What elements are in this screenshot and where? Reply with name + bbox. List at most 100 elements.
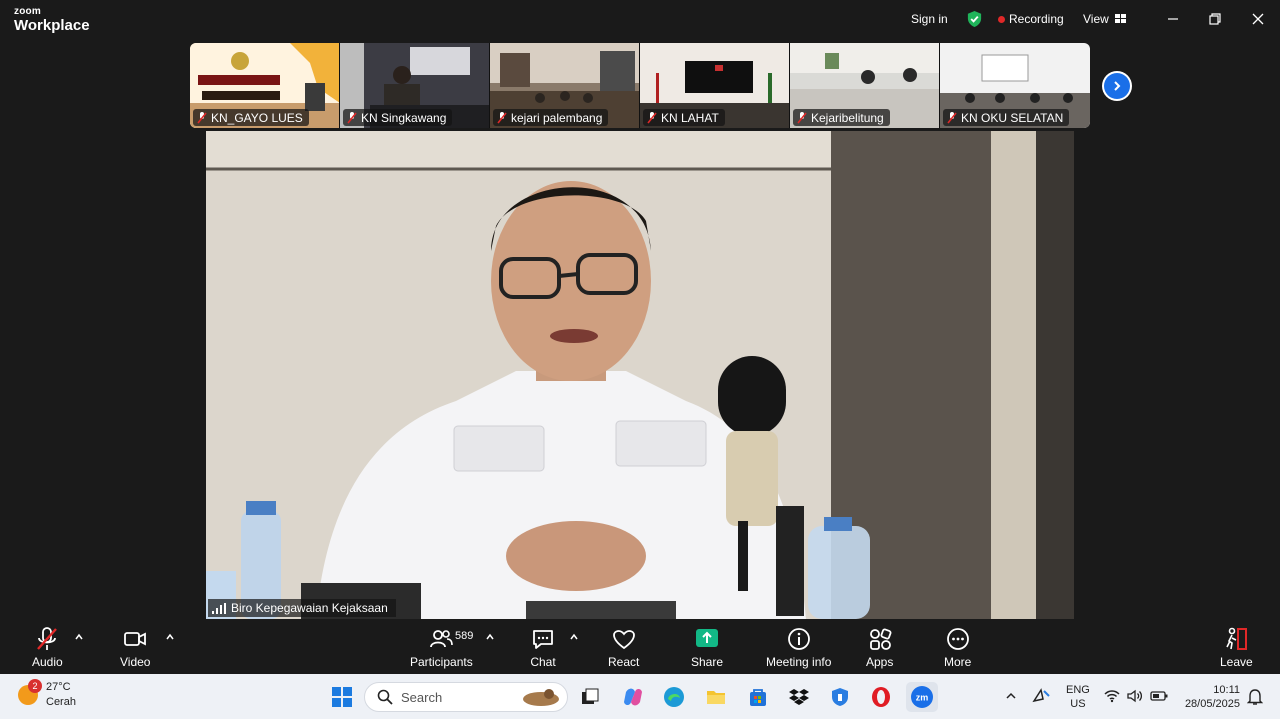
speaker-video-frame bbox=[206, 131, 1074, 619]
audio-options-chevron-up-icon[interactable] bbox=[74, 632, 84, 642]
vpn-button[interactable] bbox=[826, 683, 854, 711]
clock[interactable]: 10:11 28/05/2025 bbox=[1180, 683, 1240, 711]
zoom-app-button[interactable]: zm bbox=[906, 682, 938, 712]
participants-options-chevron-up-icon[interactable] bbox=[485, 632, 495, 642]
copilot-button[interactable] bbox=[619, 683, 647, 711]
taskbar-search[interactable]: Search bbox=[364, 682, 568, 712]
participant-thumbnail[interactable]: KN_GAYO LUES bbox=[190, 43, 340, 128]
store-icon bbox=[750, 689, 766, 706]
participant-thumbnail[interactable]: Kejaribelitung bbox=[790, 43, 940, 128]
active-speaker-video[interactable]: Biro Kepegawaian Kejaksaan bbox=[206, 131, 1074, 619]
share-label: Share bbox=[691, 655, 724, 669]
chat-button[interactable]: Chat bbox=[530, 626, 556, 669]
wifi-icon[interactable] bbox=[1104, 689, 1120, 703]
participant-name-tag: KN LAHAT bbox=[643, 109, 725, 126]
dropbox-button[interactable] bbox=[785, 683, 813, 711]
mic-muted-icon bbox=[37, 627, 58, 650]
mic-muted-icon bbox=[947, 111, 957, 123]
video-label: Video bbox=[120, 655, 151, 669]
apps-icon bbox=[869, 628, 892, 650]
sign-in-button[interactable]: Sign in bbox=[911, 12, 948, 26]
recording-indicator[interactable]: Recording bbox=[998, 12, 1064, 26]
task-view-icon bbox=[582, 688, 599, 704]
share-screen-icon bbox=[696, 629, 719, 647]
volume-icon[interactable] bbox=[1127, 689, 1143, 703]
react-button[interactable]: React bbox=[608, 626, 639, 669]
start-button[interactable] bbox=[328, 683, 356, 711]
meeting-info-button[interactable]: Meeting info bbox=[766, 626, 831, 669]
search-icon bbox=[377, 689, 393, 705]
restore-icon[interactable] bbox=[1206, 10, 1224, 28]
apps-button[interactable]: Apps bbox=[866, 626, 893, 669]
more-icon bbox=[946, 628, 969, 650]
battery-icon[interactable] bbox=[1150, 690, 1168, 702]
leave-button[interactable]: Leave bbox=[1220, 626, 1253, 669]
participant-name-tag: kejari palembang bbox=[493, 109, 609, 126]
edge-browser-button[interactable] bbox=[660, 683, 688, 711]
participant-name: KN LAHAT bbox=[661, 110, 719, 125]
participant-name-tag: KN OKU SELATAN bbox=[943, 109, 1070, 126]
chat-options-chevron-up-icon[interactable] bbox=[569, 632, 579, 642]
participant-thumbnail[interactable]: KN Singkawang bbox=[340, 43, 490, 128]
participants-label: Participants bbox=[410, 655, 473, 669]
speaker-name: Biro Kepegawaian Kejaksaan bbox=[231, 601, 388, 615]
microsoft-store-button[interactable] bbox=[744, 683, 772, 711]
mic-muted-icon bbox=[647, 111, 657, 123]
mic-muted-icon bbox=[797, 111, 807, 123]
brand-bottom: Workplace bbox=[14, 17, 90, 34]
participant-thumbnail[interactable]: KN LAHAT bbox=[640, 43, 790, 128]
video-options-chevron-up-icon[interactable] bbox=[165, 632, 175, 642]
participant-name: KN OKU SELATAN bbox=[961, 110, 1064, 125]
more-label: More bbox=[944, 655, 972, 669]
react-label: React bbox=[608, 655, 640, 669]
recording-dot-icon bbox=[998, 15, 1005, 23]
brand-top: zoom bbox=[14, 6, 41, 17]
recording-label: Recording bbox=[1009, 12, 1064, 26]
view-button[interactable]: View bbox=[1083, 12, 1126, 26]
info-icon bbox=[787, 628, 810, 650]
language-code: ENG bbox=[1066, 684, 1090, 696]
show-hidden-icons-chevron-up-icon[interactable] bbox=[1005, 691, 1017, 701]
opera-browser-button[interactable] bbox=[867, 683, 895, 711]
participant-name-tag: KN_GAYO LUES bbox=[193, 109, 309, 126]
participants-icon bbox=[430, 630, 454, 648]
participant-thumbnail[interactable]: KN OKU SELATAN bbox=[940, 43, 1090, 128]
folder-icon bbox=[707, 691, 725, 704]
audio-label: Audio bbox=[32, 655, 63, 669]
participant-thumbnail[interactable]: kejari palembang bbox=[490, 43, 640, 128]
participant-name: kejari palembang bbox=[511, 110, 603, 125]
weather-condition: Cerah bbox=[46, 696, 76, 708]
minimize-icon[interactable] bbox=[1164, 10, 1182, 28]
input-language[interactable]: ENG US bbox=[1066, 683, 1090, 711]
video-camera-icon bbox=[124, 632, 147, 646]
language-region: US bbox=[1070, 698, 1086, 710]
notifications-bell-icon[interactable] bbox=[1247, 688, 1263, 706]
leave-icon bbox=[1226, 627, 1248, 650]
title-bar: zoom Workplace Sign in Recording View bbox=[0, 0, 1280, 40]
chevron-right-icon bbox=[1114, 81, 1121, 91]
video-button[interactable]: Video bbox=[120, 626, 150, 669]
speaker-name-tag: Biro Kepegawaian Kejaksaan bbox=[208, 599, 396, 617]
search-placeholder: Search bbox=[401, 689, 443, 705]
task-view-button[interactable] bbox=[576, 683, 604, 711]
close-icon[interactable] bbox=[1249, 10, 1267, 28]
audio-button[interactable]: Audio bbox=[32, 626, 63, 669]
temperature: 27°C bbox=[46, 681, 71, 693]
security-shield-icon[interactable] bbox=[966, 10, 983, 28]
share-button[interactable]: Share bbox=[691, 626, 723, 669]
sun-icon: 2 bbox=[18, 679, 42, 705]
weather-widget[interactable]: 2 27°C Cerah bbox=[18, 679, 76, 710]
grid-icon bbox=[1114, 14, 1126, 23]
edge-icon bbox=[664, 687, 684, 707]
more-button[interactable]: More bbox=[944, 626, 971, 669]
participant-name: KN Singkawang bbox=[361, 110, 447, 125]
location-icon[interactable] bbox=[1031, 687, 1051, 705]
apps-label: Apps bbox=[866, 655, 894, 669]
file-explorer-button[interactable] bbox=[702, 683, 730, 711]
next-page-button[interactable] bbox=[1102, 71, 1132, 101]
zoom-icon: zm bbox=[911, 686, 933, 708]
notification-badge: 2 bbox=[28, 679, 42, 693]
vpn-shield-icon bbox=[832, 688, 848, 706]
participant-name: KN_GAYO LUES bbox=[211, 110, 303, 125]
participant-name-tag: Kejaribelitung bbox=[793, 109, 890, 126]
